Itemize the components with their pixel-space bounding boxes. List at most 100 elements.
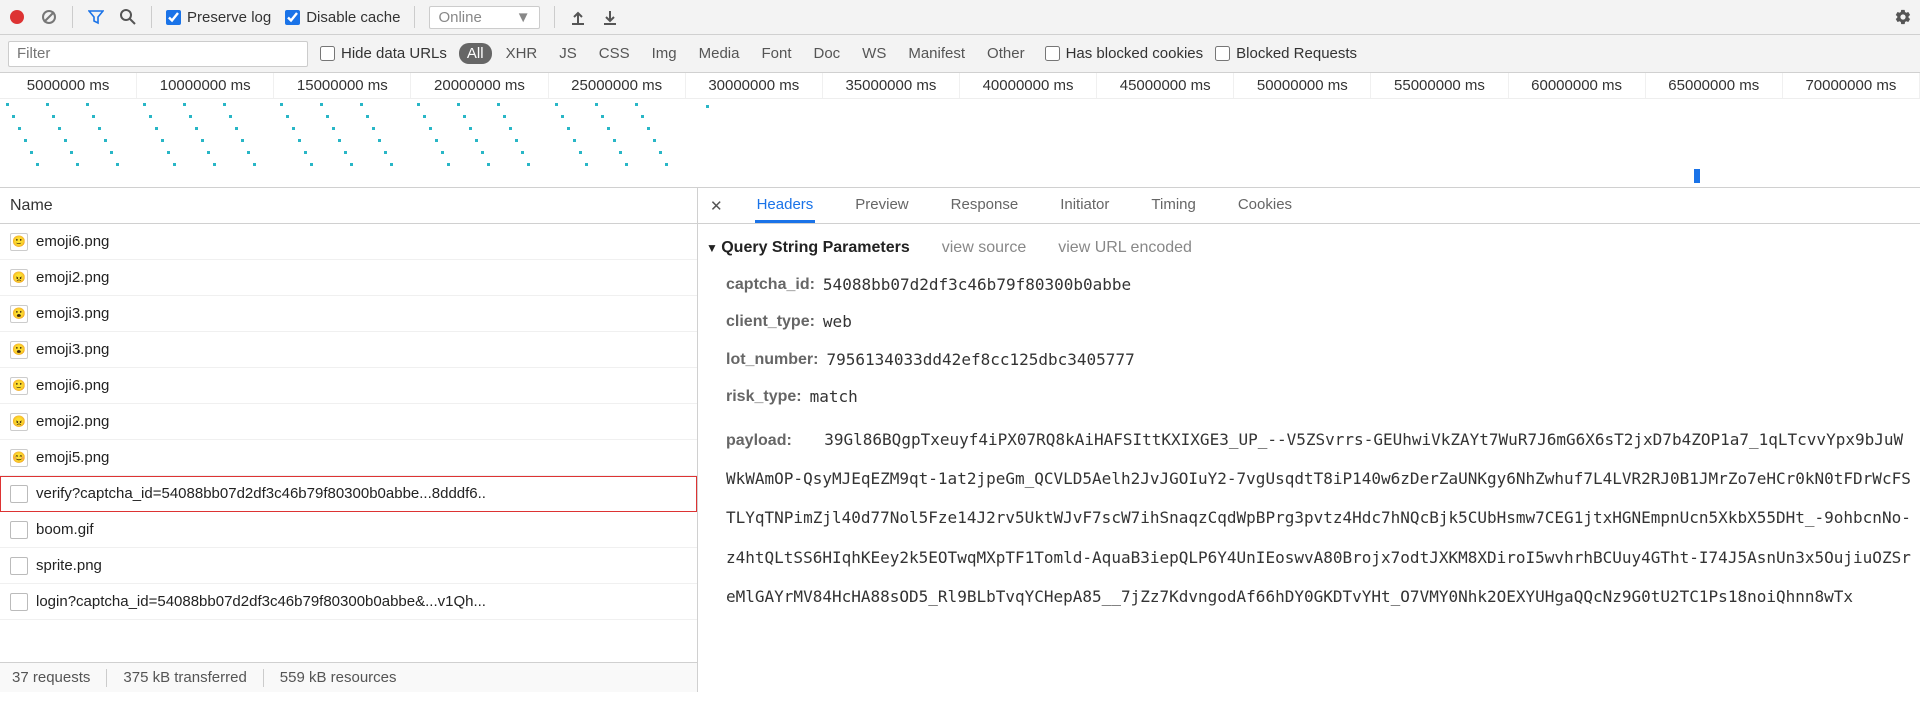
request-name: login?captcha_id=54088bb07d2df3c46b79f80…	[36, 593, 486, 610]
request-name: sprite.png	[36, 557, 102, 574]
clear-button[interactable]	[40, 8, 58, 26]
blocked-requests-input[interactable]	[1215, 46, 1230, 61]
toolbar-divider	[151, 6, 152, 28]
waterfall-dot	[310, 163, 313, 166]
timeline-tick: 55000000 ms	[1371, 73, 1508, 98]
type-pill-css[interactable]: CSS	[591, 43, 638, 64]
waterfall-dot	[195, 127, 198, 130]
request-row[interactable]: 🙂emoji6.png	[0, 368, 697, 404]
request-name: verify?captcha_id=54088bb07d2df3c46b79f8…	[36, 485, 486, 502]
waterfall-dot	[235, 127, 238, 130]
waterfall-dot	[58, 127, 61, 130]
tab-headers[interactable]: Headers	[755, 189, 816, 223]
settings-icon[interactable]	[1894, 8, 1912, 26]
tab-cookies[interactable]: Cookies	[1236, 189, 1294, 222]
timeline-tick: 15000000 ms	[274, 73, 411, 98]
request-row[interactable]: login?captcha_id=54088bb07d2df3c46b79f80…	[0, 584, 697, 620]
file-icon	[10, 557, 28, 575]
query-string-section-header[interactable]: Query String Parameters view source view…	[706, 234, 1912, 261]
waterfall-dot	[201, 139, 204, 142]
param-row: risk_type:match	[726, 383, 1912, 410]
param-row-payload: payload: 39Gl86BQgpTxeuyf4iPX07RQ8kAiHAF…	[726, 420, 1912, 616]
type-pill-ws[interactable]: WS	[854, 43, 894, 64]
waterfall-dot	[447, 163, 450, 166]
type-pill-manifest[interactable]: Manifest	[900, 43, 973, 64]
waterfall-dot	[223, 103, 226, 106]
close-icon[interactable]: ✕	[706, 197, 727, 215]
timeline-tick: 40000000 ms	[960, 73, 1097, 98]
request-row[interactable]: 😮 emoji3.png	[0, 332, 697, 368]
waterfall-dot	[659, 151, 662, 154]
type-pill-js[interactable]: JS	[551, 43, 585, 64]
type-pill-doc[interactable]: Doc	[805, 43, 848, 64]
type-pill-media[interactable]: Media	[691, 43, 748, 64]
waterfall-dot	[378, 139, 381, 142]
upload-icon[interactable]	[569, 8, 587, 26]
waterfall-dot	[509, 127, 512, 130]
type-pill-img[interactable]: Img	[644, 43, 685, 64]
filter-input[interactable]	[8, 41, 308, 67]
request-list[interactable]: 🙂emoji6.png😠emoji2.png😮emoji3.png😮emoji3…	[0, 224, 697, 662]
blocked-requests-checkbox[interactable]: Blocked Requests	[1215, 45, 1357, 62]
waterfall-dot	[70, 151, 73, 154]
param-key: risk_type:	[726, 383, 802, 410]
hide-data-urls-checkbox[interactable]: Hide data URLs	[320, 45, 447, 62]
file-icon: 😮	[10, 341, 28, 359]
request-name: emoji3.png	[36, 305, 109, 322]
type-pill-font[interactable]: Font	[753, 43, 799, 64]
param-row: lot_number:7956134033dd42ef8cc125dbc3405…	[726, 346, 1912, 373]
disable-cache-checkbox[interactable]: Disable cache	[285, 9, 400, 26]
request-row[interactable]: 😮emoji3.png	[0, 296, 697, 332]
waterfall-dot	[429, 127, 432, 130]
record-button[interactable]	[8, 8, 26, 26]
toolbar-divider	[554, 6, 555, 28]
name-column-header[interactable]: Name	[0, 188, 697, 224]
has-blocked-cookies-input[interactable]	[1045, 46, 1060, 61]
has-blocked-cookies-checkbox[interactable]: Has blocked cookies	[1045, 45, 1204, 62]
status-bar: 37 requests 375 kB transferred 559 kB re…	[0, 662, 697, 692]
timeline-overview[interactable]: 5000000 ms10000000 ms15000000 ms20000000…	[0, 73, 1920, 188]
waterfall-dot	[561, 115, 564, 118]
request-row[interactable]: boom.gif	[0, 512, 697, 548]
request-row[interactable]: 😠emoji2.png	[0, 260, 697, 296]
type-pill-all[interactable]: All	[459, 43, 492, 64]
tab-response[interactable]: Response	[949, 189, 1021, 222]
waterfall-dot	[149, 115, 152, 118]
preserve-log-input[interactable]	[166, 10, 181, 25]
throttling-select[interactable]: Online ▼	[429, 6, 539, 29]
param-value: 39Gl86BQgpTxeuyf4iPX07RQ8kAiHAFSIttKXIXG…	[726, 430, 1911, 606]
param-key: payload:	[726, 432, 792, 449]
search-icon[interactable]	[119, 8, 137, 26]
view-url-encoded-link[interactable]: view URL encoded	[1058, 234, 1192, 261]
request-row[interactable]: sprite.png	[0, 548, 697, 584]
type-pill-other[interactable]: Other	[979, 43, 1033, 64]
view-source-link[interactable]: view source	[942, 234, 1026, 261]
request-row[interactable]: 🙂emoji6.png	[0, 224, 697, 260]
waterfall-dot	[601, 115, 604, 118]
tab-initiator[interactable]: Initiator	[1058, 189, 1111, 222]
timeline-tick: 10000000 ms	[137, 73, 274, 98]
waterfall-dot	[573, 139, 576, 142]
request-row[interactable]: 😠emoji2.png	[0, 404, 697, 440]
waterfall-dot	[350, 163, 353, 166]
throttling-value: Online	[438, 9, 481, 26]
waterfall-dot	[635, 103, 638, 106]
waterfall-dot	[286, 115, 289, 118]
waterfall-dot	[253, 163, 256, 166]
waterfall-dot	[527, 163, 530, 166]
preserve-log-checkbox[interactable]: Preserve log	[166, 9, 271, 26]
download-icon[interactable]	[601, 8, 619, 26]
type-pill-xhr[interactable]: XHR	[498, 43, 546, 64]
waterfall-dot	[607, 127, 610, 130]
hide-data-urls-input[interactable]	[320, 46, 335, 61]
request-row[interactable]: verify?captcha_id=54088bb07d2df3c46b79f8…	[0, 476, 697, 512]
timeline-waterfall	[0, 99, 1920, 187]
status-divider	[263, 669, 264, 687]
request-name: emoji3.png	[36, 341, 109, 358]
tab-timing[interactable]: Timing	[1149, 189, 1197, 222]
filter-icon[interactable]	[87, 8, 105, 26]
blocked-requests-label: Blocked Requests	[1236, 45, 1357, 62]
tab-preview[interactable]: Preview	[853, 189, 910, 222]
request-row[interactable]: 😊emoji5.png	[0, 440, 697, 476]
disable-cache-input[interactable]	[285, 10, 300, 25]
